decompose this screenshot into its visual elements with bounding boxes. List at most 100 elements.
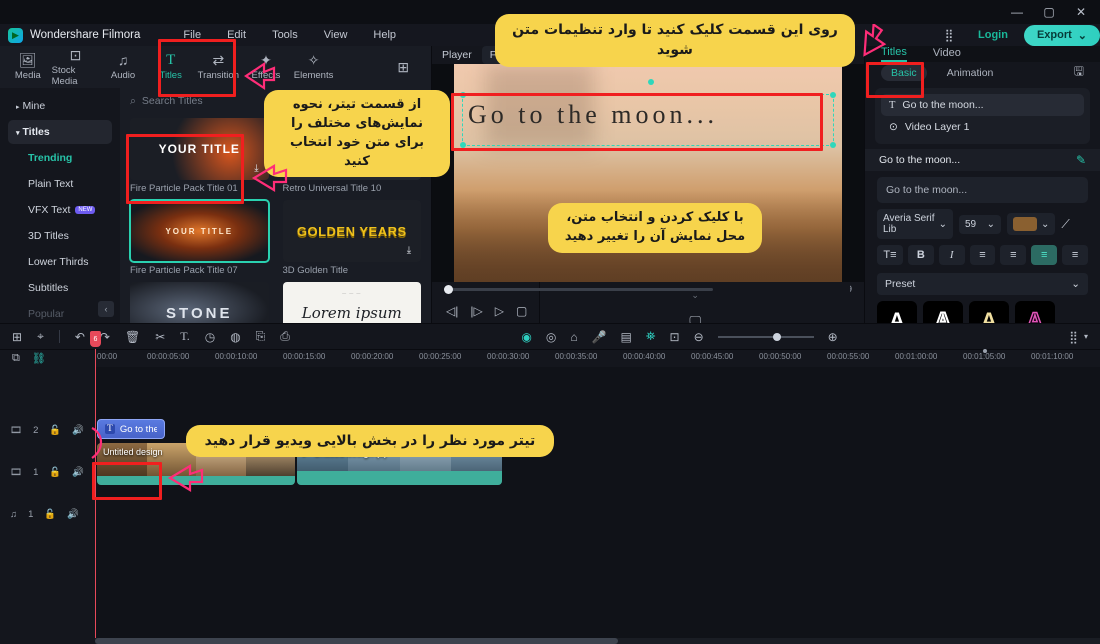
search-input[interactable]: Search Titles: [142, 95, 203, 107]
tab-titles[interactable]: T Titles: [147, 50, 195, 84]
layer-item-text[interactable]: T Go to the moon...: [881, 94, 1084, 116]
category-popular[interactable]: Popular: [8, 302, 112, 326]
auto-reframe-icon[interactable]: ◎: [546, 330, 556, 344]
category-3d-titles[interactable]: 3D Titles: [8, 224, 112, 248]
title-card[interactable]: GOLDEN YEARS ⤓ 3D Golden Title: [282, 200, 421, 276]
layer-item-video[interactable]: ⊙ Video Layer 1: [881, 116, 1084, 138]
text-case-icon[interactable]: T≡: [877, 245, 903, 265]
preset-select[interactable]: Preset ⌄: [877, 273, 1088, 295]
voiceover-icon[interactable]: 🎤: [592, 330, 607, 344]
title-card-selected[interactable]: YOUR TITLE Fire Particle Pack Title 07: [129, 199, 270, 276]
resize-handle-tl[interactable]: [460, 92, 466, 98]
menu-item-edit[interactable]: Edit: [214, 26, 259, 44]
close-icon[interactable]: ✕: [1068, 2, 1094, 22]
bold-icon[interactable]: B: [907, 245, 934, 265]
zoom-slider[interactable]: [717, 332, 814, 341]
record-icon[interactable]: ◉: [521, 330, 531, 344]
subtab-animation[interactable]: Animation: [947, 67, 994, 79]
green-screen-icon[interactable]: ⛯: [646, 329, 656, 344]
mute-icon[interactable]: 🔊: [72, 425, 84, 436]
download-icon[interactable]: ⤓: [402, 243, 416, 257]
grid-icon[interactable]: ⊞: [12, 330, 22, 344]
play-icon[interactable]: ▷: [495, 304, 504, 318]
next-frame-icon[interactable]: |▷: [470, 304, 482, 318]
seek-knob[interactable]: [444, 285, 453, 294]
maximize-icon[interactable]: ▢: [1036, 2, 1062, 22]
split-icon[interactable]: ✂: [155, 330, 165, 344]
tab-video-properties[interactable]: Video: [933, 47, 961, 61]
menu-item-help[interactable]: Help: [360, 26, 409, 44]
scrollbar-thumb[interactable]: [95, 638, 618, 644]
preview-text[interactable]: Go to the moon...: [468, 100, 718, 130]
add-track-icon[interactable]: ⧉: [12, 352, 20, 365]
category-plain-text[interactable]: Plain Text: [8, 172, 112, 196]
category-trending[interactable]: Trending: [8, 146, 112, 170]
category-mine[interactable]: ▸ Mine: [8, 94, 112, 118]
subtitle-icon[interactable]: ▤: [621, 330, 632, 344]
seek-bar[interactable]: [444, 285, 713, 294]
tab-stock-media[interactable]: ⊡ Stock Media: [52, 45, 100, 90]
resize-handle-tr[interactable]: [830, 92, 836, 98]
export-button[interactable]: Export ⌄: [1023, 24, 1100, 46]
category-lower-thirds[interactable]: Lower Thirds: [8, 250, 112, 274]
lock-icon[interactable]: 🔓: [44, 509, 56, 520]
title-card[interactable]: STONE ⤓: [130, 282, 269, 323]
align-right-icon[interactable]: ≡: [1031, 245, 1058, 265]
layout-preset-icon[interactable]: ⣿: [936, 25, 962, 45]
menu-item-tools[interactable]: Tools: [259, 26, 311, 44]
title-card[interactable]: — — — Lorem ipsum — — — ⤓: [282, 282, 421, 323]
lock-icon[interactable]: 🔓: [49, 467, 61, 478]
pencil-icon[interactable]: ✎: [1076, 153, 1086, 167]
delete-icon[interactable]: 🗑: [125, 330, 140, 344]
crop-icon[interactable]: ⎘: [256, 329, 266, 344]
text-icon[interactable]: T.: [180, 329, 189, 344]
tab-elements[interactable]: ✧ Elements: [290, 50, 338, 84]
ruler-scale[interactable]: 00:00 00:00:05:00 00:00:10:00 00:00:15:0…: [95, 350, 1100, 367]
speed-icon[interactable]: ◷: [205, 330, 215, 344]
mask-icon[interactable]: ⎙: [280, 329, 290, 344]
tab-media[interactable]: 🖼 Media: [4, 50, 52, 84]
zoom-slider-knob[interactable]: [773, 332, 782, 341]
lock-icon[interactable]: 🔓: [49, 425, 61, 436]
resize-handle-br[interactable]: [830, 142, 836, 148]
align-center-icon[interactable]: ≡: [1000, 245, 1027, 265]
font-color-select[interactable]: ⌄: [1007, 213, 1056, 235]
collapse-sidebar-icon[interactable]: ‹: [98, 301, 114, 317]
playhead-handle[interactable]: 6: [90, 331, 101, 347]
zoom-out-icon[interactable]: ⊖: [694, 330, 704, 344]
menu-item-view[interactable]: View: [311, 26, 361, 44]
zoom-in-icon[interactable]: ⊕: [828, 330, 838, 344]
subtab-basic[interactable]: Basic: [881, 64, 927, 81]
timeline-settings-icon[interactable]: ⣿: [1069, 330, 1078, 344]
rotate-handle[interactable]: [648, 79, 654, 85]
resize-handle-bl[interactable]: [460, 142, 466, 148]
resize-icon[interactable]: ⊡: [670, 330, 680, 344]
redo-icon[interactable]: ↷: [100, 330, 110, 344]
font-size-select[interactable]: 59 ⌄: [959, 214, 1001, 234]
chevron-down-icon[interactable]: ▾: [1084, 332, 1088, 341]
align-justify-icon[interactable]: ≡: [1062, 245, 1089, 265]
save-icon[interactable]: 🖫: [1074, 62, 1084, 83]
track-body[interactable]: T Go to the ... Untitled design ▶ Unt: [90, 331, 1100, 644]
playhead[interactable]: 6: [90, 331, 101, 644]
chevron-down-icon[interactable]: ⌄: [691, 290, 699, 301]
eyedropper-icon[interactable]: ⟋: [1061, 217, 1069, 232]
italic-icon[interactable]: I: [938, 245, 965, 265]
font-family-select[interactable]: Averia Serif Lib ⌄: [877, 209, 953, 239]
mute-icon[interactable]: 🔊: [72, 467, 84, 478]
minimize-icon[interactable]: —: [1004, 2, 1030, 22]
align-left-icon[interactable]: ≡: [969, 245, 996, 265]
link-icon[interactable]: ⛓: [32, 352, 46, 365]
text-input[interactable]: Go to the moon...: [877, 177, 1088, 203]
category-titles[interactable]: ▾ Titles: [8, 120, 112, 144]
undo-icon[interactable]: ↶: [75, 330, 85, 344]
marker-icon[interactable]: ⌂: [570, 330, 577, 344]
menu-item-file[interactable]: File: [170, 26, 214, 44]
tab-audio[interactable]: ♫ Audio: [99, 50, 147, 84]
mute-icon[interactable]: 🔊: [67, 509, 79, 520]
tab-split-screen[interactable]: ⊞: [379, 57, 427, 77]
cursor-icon[interactable]: ⌖: [37, 329, 44, 344]
category-vfx-text[interactable]: VFX Text NEW: [8, 198, 112, 222]
color-icon[interactable]: ◍: [230, 330, 240, 344]
category-subtitles[interactable]: Subtitles: [8, 276, 112, 300]
